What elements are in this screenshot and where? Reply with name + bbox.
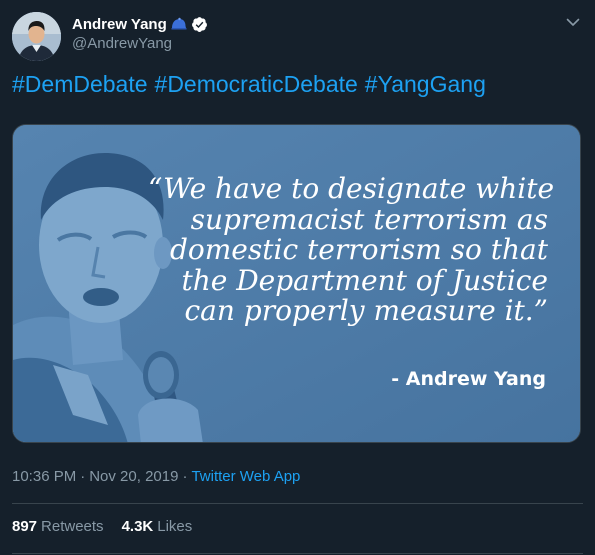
tweet-card: Andrew Yang @AndrewYang #DemDebate #Demo… [0,0,595,555]
author-name-row[interactable]: Andrew Yang [72,13,208,35]
divider [12,503,583,504]
more-options-caret-icon[interactable] [563,12,583,32]
avatar[interactable] [12,12,61,61]
likes-count: 4.3K [121,518,154,535]
hashtag-link[interactable]: #YangGang [365,71,486,98]
verified-icon [191,16,208,33]
quote-line: domestic terrorism so that [169,233,548,266]
likes-label: Likes [157,518,193,535]
quote-line: the Department of Justice [181,263,548,297]
meta-separator: · [182,468,188,485]
tweet-stats: 897 Retweets 4.3K Likes [12,518,192,535]
author-handle[interactable]: @AndrewYang [72,35,172,52]
hashtag-link[interactable]: #DemocraticDebate [155,71,358,98]
quote-line: can properly measure it.” [184,294,548,327]
retweets-label: Retweets [41,518,104,535]
quote-text: “We have to designate white supremacist … [148,172,555,327]
tweet-media-image[interactable]: “We have to designate white supremacist … [12,124,581,443]
meta-separator: · [80,468,86,485]
avatar-image [12,12,61,61]
quote-attribution: - Andrew Yang [391,368,546,390]
tweet-time[interactable]: 10:36 PM [12,468,76,485]
retweets-stat[interactable]: 897 Retweets [12,518,104,535]
tweet-meta: 10:36 PM · Nov 20, 2019 · Twitter Web Ap… [12,468,300,485]
tweet-text: #DemDebate #DemocraticDebate #YangGang [12,71,486,98]
tweet-date[interactable]: Nov 20, 2019 [89,468,178,485]
likes-stat[interactable]: 4.3K Likes [122,518,193,535]
quote-line: supremacist terrorism as [190,202,548,236]
author-display-name[interactable]: Andrew Yang [72,16,167,33]
hashtag-link[interactable]: #DemDebate [12,71,148,98]
tweet-source-link[interactable]: Twitter Web App [191,468,300,485]
quote-line: “We have to designate white [148,172,555,205]
divider [12,553,583,554]
blue-hat-icon [171,17,187,31]
retweets-count: 897 [12,518,38,535]
